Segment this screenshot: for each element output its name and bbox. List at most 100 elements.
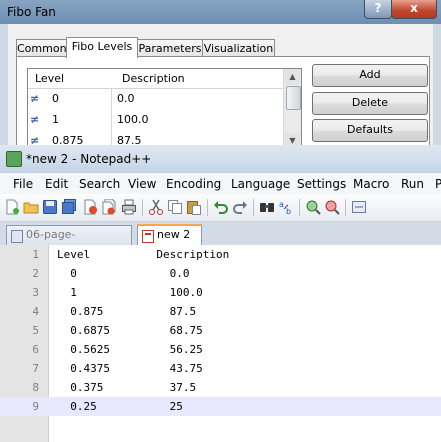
- description-column-header[interactable]: Description: [122, 72, 185, 85]
- cut-icon[interactable]: [148, 199, 164, 215]
- line-text[interactable]: 0 0.0: [57, 267, 189, 280]
- cell-divider: [111, 110, 112, 131]
- fibo-fan-title: Fibo Fan: [7, 5, 56, 19]
- open-file-icon[interactable]: [23, 199, 39, 215]
- level-column-header[interactable]: Level: [35, 72, 64, 85]
- line-number: 3: [32, 286, 39, 299]
- close-button[interactable]: x: [391, 0, 437, 19]
- table-header: Level Description: [28, 69, 283, 89]
- toolbar-separator: [207, 199, 208, 216]
- notepad-title: *new 2 - Notepad++: [26, 152, 152, 166]
- table-scrollbar[interactable]: ▲ ▼: [283, 69, 301, 149]
- editor-line[interactable]: 6 0.5625 56.25: [0, 340, 441, 359]
- toolbar-separator: [142, 199, 143, 216]
- zoom-out-icon[interactable]: [324, 199, 340, 215]
- fibo-fan-titlebar[interactable]: Fibo Fan ? x: [0, 0, 441, 24]
- menu-file[interactable]: File: [13, 177, 33, 191]
- paste-icon[interactable]: [186, 199, 202, 215]
- toolbar-separator: [299, 199, 300, 216]
- level-cell[interactable]: 0: [52, 92, 59, 105]
- level-line-icon: ≠: [30, 92, 40, 105]
- tab-parameters[interactable]: Parameters: [137, 39, 203, 57]
- line-text[interactable]: Level Description: [57, 248, 229, 261]
- close-all-icon[interactable]: [101, 198, 117, 215]
- editor-line[interactable]: 2 0 0.0: [0, 264, 441, 283]
- line-number: 8: [32, 381, 39, 394]
- editor-line[interactable]: 8 0.375 37.5: [0, 378, 441, 397]
- sync-icon[interactable]: [351, 199, 367, 215]
- print-icon[interactable]: [121, 199, 137, 215]
- line-text[interactable]: 0.4375 43.75: [57, 362, 202, 375]
- cell-divider: [111, 89, 112, 110]
- notepad-app-icon: [6, 151, 22, 167]
- scroll-up-icon[interactable]: ▲: [285, 69, 300, 85]
- menu-plugins[interactable]: P: [435, 177, 441, 191]
- file-tab-bar: 06-page-templte.html new 2: [0, 222, 441, 259]
- line-text[interactable]: 0.25 25: [57, 400, 183, 413]
- menu-view[interactable]: View: [128, 177, 156, 191]
- close-icon[interactable]: [82, 199, 98, 215]
- line-number: 6: [32, 343, 39, 356]
- editor-line-current[interactable]: 9 0.25 25: [0, 397, 441, 416]
- menu-run[interactable]: Run: [401, 177, 424, 191]
- line-number: 5: [32, 324, 39, 337]
- copy-icon[interactable]: [167, 199, 183, 215]
- help-button[interactable]: ?: [364, 0, 392, 19]
- fibo-levels-panel: Level Description ≠ 0 0.0 ≠ 1 100.0 ≠ 0.…: [16, 56, 430, 158]
- save-all-icon[interactable]: [61, 199, 77, 215]
- delete-button[interactable]: Delete: [312, 92, 428, 115]
- file-unsaved-icon: [142, 230, 154, 243]
- editor-line[interactable]: 4 0.875 87.5: [0, 302, 441, 321]
- text-editor[interactable]: 1 Level Description 2 0 0.0 3 1 100.0 4 …: [0, 245, 441, 442]
- fibo-fan-dialog-body: Common Fibo Levels Parameters Visualizat…: [8, 24, 433, 158]
- menu-encoding[interactable]: Encoding: [166, 177, 221, 191]
- replace-icon[interactable]: ab: [278, 199, 294, 216]
- level-cell[interactable]: 1: [52, 113, 59, 126]
- editor-line[interactable]: 1 Level Description: [0, 245, 441, 264]
- tab-visualization[interactable]: Visualization: [202, 39, 275, 57]
- menu-macro[interactable]: Macro: [353, 177, 389, 191]
- save-icon[interactable]: [42, 199, 58, 215]
- redo-icon[interactable]: [232, 199, 248, 215]
- scroll-thumb[interactable]: [286, 86, 301, 110]
- line-number: 1: [32, 248, 39, 261]
- new-file-icon[interactable]: [4, 199, 20, 215]
- menu-language[interactable]: Language: [231, 177, 290, 191]
- editor-line[interactable]: 5 0.6875 68.75: [0, 321, 441, 340]
- editor-line[interactable]: 3 1 100.0: [0, 283, 441, 302]
- zoom-in-icon[interactable]: [305, 199, 321, 215]
- find-icon[interactable]: [259, 199, 275, 215]
- line-text[interactable]: 0.875 87.5: [57, 305, 196, 318]
- menu-bar: File Edit Search View Encoding Language …: [0, 173, 441, 194]
- line-text[interactable]: 0.375 37.5: [57, 381, 196, 394]
- notepad-titlebar[interactable]: *new 2 - Notepad++: [0, 145, 441, 173]
- table-row[interactable]: ≠ 0 0.0: [28, 89, 283, 110]
- add-button[interactable]: Add: [312, 64, 428, 87]
- notepad-window: *new 2 - Notepad++ File Edit Search View…: [0, 145, 441, 442]
- tab-common[interactable]: Common: [16, 39, 67, 57]
- table-row[interactable]: ≠ 1 100.0: [28, 110, 283, 131]
- line-text[interactable]: 0.6875 68.75: [57, 324, 202, 337]
- toolbar-separator: [345, 199, 346, 216]
- description-cell[interactable]: 0.0: [117, 92, 135, 105]
- menu-settings[interactable]: Settings: [297, 177, 346, 191]
- file-tab-06-page-templte[interactable]: 06-page-templte.html: [6, 225, 132, 259]
- menu-search[interactable]: Search: [79, 177, 120, 191]
- toolbar-separator: [253, 199, 254, 216]
- defaults-button[interactable]: Defaults: [312, 119, 428, 142]
- line-number: 9: [32, 400, 39, 413]
- description-cell[interactable]: 100.0: [117, 113, 149, 126]
- level-line-icon: ≠: [30, 113, 40, 126]
- undo-icon[interactable]: [213, 199, 229, 215]
- editor-line[interactable]: 7 0.4375 43.75: [0, 359, 441, 378]
- line-number: 4: [32, 305, 39, 318]
- line-number: 2: [32, 267, 39, 280]
- line-number: 7: [32, 362, 39, 375]
- line-text[interactable]: 0.5625 56.25: [57, 343, 202, 356]
- file-tab-label: new 2: [157, 228, 191, 241]
- line-text[interactable]: 1 100.0: [57, 286, 202, 299]
- menu-edit[interactable]: Edit: [45, 177, 68, 191]
- tab-fibo-levels[interactable]: Fibo Levels: [66, 37, 138, 58]
- file-tab-new-2[interactable]: new 2: [137, 224, 202, 246]
- fibo-levels-table[interactable]: Level Description ≠ 0 0.0 ≠ 1 100.0 ≠ 0.…: [27, 68, 302, 150]
